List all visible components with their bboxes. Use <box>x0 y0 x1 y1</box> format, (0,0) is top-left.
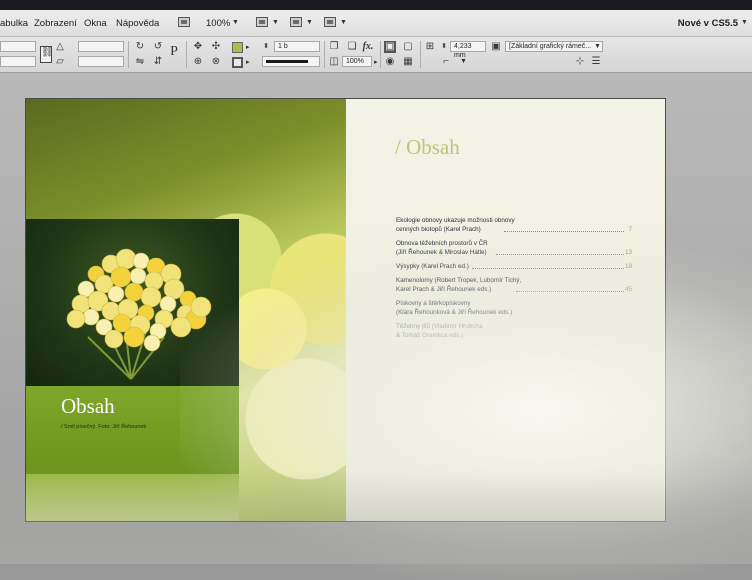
stroke-weight-stepper[interactable]: ⬍ <box>260 41 272 53</box>
zoom-dropdown-icon[interactable]: ▼ <box>232 19 239 26</box>
opacity-field[interactable]: 100% <box>342 56 372 67</box>
y-position-field[interactable] <box>0 56 36 67</box>
stroke-type-preview <box>266 60 308 63</box>
menu-bar: abulka Zobrazení Okna Nápověda 100% ▼ ▼ … <box>0 10 752 37</box>
rotate-cw-icon[interactable]: ↻ <box>134 41 146 53</box>
flip-vertical-icon[interactable]: ⇵ <box>152 56 164 68</box>
opacity-icon: ◫ <box>329 56 339 67</box>
menu-tabulka[interactable]: abulka <box>0 18 28 29</box>
opacity-dropdown-icon[interactable]: ▸ <box>374 58 378 66</box>
divider <box>324 41 325 68</box>
clear-overrides-icon[interactable]: ⊹ <box>574 56 586 68</box>
select-next-icon[interactable]: ⊗ <box>210 56 222 68</box>
drop-shadow-icon[interactable]: ❐ <box>328 41 340 53</box>
divider <box>128 41 129 68</box>
workspace-dropdown-icon[interactable]: ▼ <box>741 19 748 26</box>
zoom-level[interactable]: 100% <box>206 18 230 29</box>
screen-mode-dropdown-icon[interactable]: ▼ <box>306 19 313 26</box>
menu-okna[interactable]: Okna <box>84 18 107 29</box>
divider <box>380 41 381 68</box>
constrain-proportions-icon[interactable]: ⛓ <box>40 46 54 63</box>
x-position-field[interactable] <box>0 41 36 52</box>
select-container-icon[interactable]: ✥ <box>192 41 204 53</box>
fit-content-icon[interactable]: ▢ <box>402 41 414 53</box>
monitor-bezel <box>0 0 752 10</box>
fill-swatch[interactable] <box>232 42 243 53</box>
stroke-dropdown-icon[interactable]: ▸ <box>246 58 250 66</box>
divider <box>420 41 421 68</box>
menu-napoveda[interactable]: Nápověda <box>116 18 159 29</box>
panel-menu-icon[interactable]: ☰ <box>590 56 602 68</box>
paragraph-mark-icon: P <box>170 44 178 59</box>
control-panel: ⛓ △ ▱ ↻ ↺ ⇋ ⇵ P ✥ ✣ ⊕ ⊗ ▸ ▸ ⬍ 1 b ❐ ❏ fx… <box>0 37 752 73</box>
select-previous-icon[interactable]: ⊕ <box>192 56 204 68</box>
shear-field[interactable] <box>78 56 124 67</box>
gap-icon: ⊞ <box>425 41 435 52</box>
menu-zobrazeni[interactable]: Zobrazení <box>34 18 77 29</box>
select-content-icon[interactable]: ✣ <box>210 41 222 53</box>
rotate-ccw-icon[interactable]: ↺ <box>152 41 164 53</box>
size-field[interactable]: 4,233 mm <box>450 41 486 59</box>
stroke-weight-field[interactable]: 1 b <box>274 41 320 52</box>
screen-mode-icon[interactable] <box>290 17 302 27</box>
view-options-dropdown-icon[interactable]: ▼ <box>272 19 279 26</box>
corner-dropdown-icon[interactable]: ▼ <box>460 58 467 65</box>
corner-shape-icon[interactable]: ⌐ <box>440 56 452 68</box>
shear-angle-icon: ▱ <box>56 56 64 67</box>
fill-dropdown-icon[interactable]: ▸ <box>246 43 250 51</box>
object-style-dropdown-icon[interactable]: ▼ <box>594 43 601 50</box>
object-style-select[interactable]: [Základní grafický rámeč... <box>505 41 603 52</box>
object-style-icon: ▣ <box>491 41 501 52</box>
view-options-icon[interactable] <box>256 17 268 27</box>
workspace-switcher[interactable]: Nové v CS5.5 <box>678 18 738 29</box>
fill-proportionally-icon[interactable]: ▦ <box>402 56 414 68</box>
center-content-icon[interactable]: ◉ <box>384 56 396 68</box>
arrange-dropdown-icon[interactable]: ▼ <box>340 19 347 26</box>
shadow-icon[interactable]: ❏ <box>346 41 358 53</box>
fit-frame-icon[interactable]: ▣ <box>384 41 396 53</box>
flip-horizontal-icon[interactable]: ⇋ <box>134 56 146 68</box>
stroke-type-select[interactable] <box>262 56 320 67</box>
size-stepper[interactable]: ⬍ <box>438 41 450 53</box>
rotation-field[interactable] <box>78 41 124 52</box>
arrange-documents-icon[interactable] <box>324 17 336 27</box>
effects-fx-icon[interactable]: fx. <box>362 41 374 53</box>
stroke-swatch[interactable] <box>232 57 243 68</box>
spread-border <box>25 98 666 522</box>
bridge-icon[interactable] <box>178 17 190 27</box>
divider <box>186 41 187 68</box>
rotate-angle-icon: △ <box>56 41 64 52</box>
